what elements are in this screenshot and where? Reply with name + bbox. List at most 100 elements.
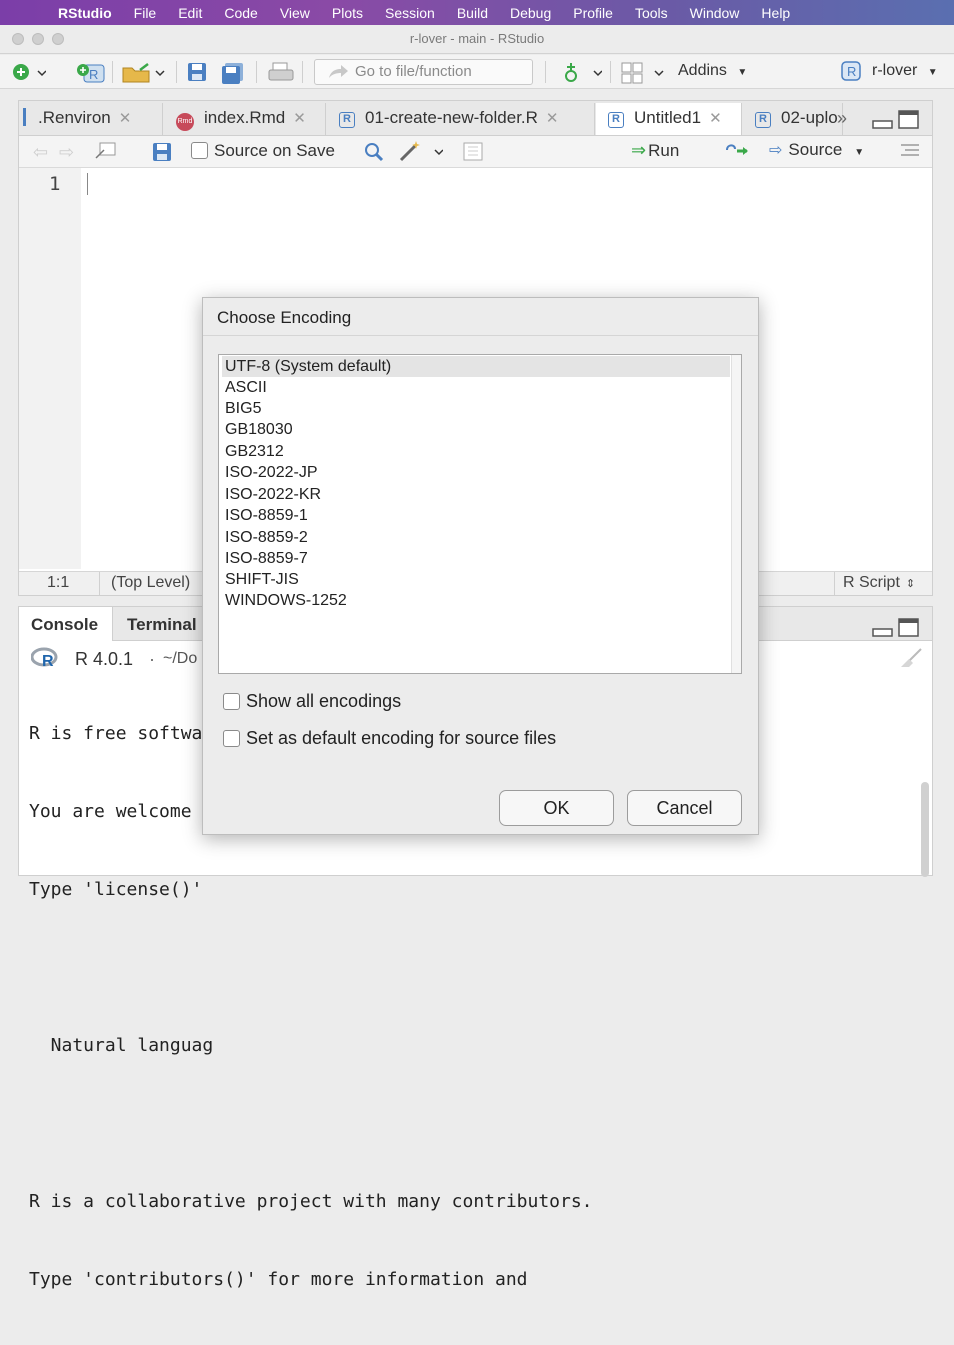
console-scrollbar[interactable] [921, 782, 929, 877]
console-line: Natural languag [29, 1035, 214, 1056]
project-menu[interactable]: r-lover ▼ [872, 62, 938, 80]
menu-file[interactable]: File [134, 5, 157, 21]
open-folder-icon[interactable] [122, 62, 168, 89]
list-item[interactable]: GB18030 [222, 419, 730, 440]
list-item[interactable]: ISO-8859-2 [222, 527, 730, 548]
save-icon[interactable] [187, 62, 207, 87]
encoding-list-scrollbar[interactable] [731, 355, 741, 673]
line-gutter [19, 168, 81, 569]
tab-renviron[interactable]: .Renviron ✕ [19, 103, 163, 135]
menu-debug[interactable]: Debug [510, 5, 551, 21]
scope-indicator[interactable]: (Top Level) [111, 574, 190, 592]
menu-help[interactable]: Help [761, 5, 790, 21]
checkbox-icon [191, 142, 208, 159]
menu-session[interactable]: Session [385, 5, 435, 21]
tab-untitled1[interactable]: R Untitled1 ✕ [596, 103, 742, 135]
tab-terminal[interactable]: Terminal [115, 607, 215, 641]
rerun-icon[interactable] [723, 140, 751, 167]
save-all-icon[interactable] [221, 62, 245, 89]
encoding-list[interactable]: UTF-8 (System default) ASCII BIG5 GB1803… [218, 354, 742, 674]
go-to-arrow-icon [327, 64, 349, 88]
menu-build[interactable]: Build [457, 5, 488, 21]
compile-report-icon[interactable] [463, 142, 485, 167]
tab-01-create-new-folder[interactable]: R 01-create-new-folder.R ✕ [327, 103, 595, 135]
chevron-down-icon: ▼ [927, 67, 938, 78]
source-on-save-checkbox[interactable]: Source on Save [191, 141, 335, 161]
list-item[interactable]: SHIFT-JIS [222, 569, 730, 590]
addins-label: Addins [678, 62, 727, 79]
close-tab-icon[interactable]: ✕ [293, 110, 306, 127]
tab-index-rmd[interactable]: Rmd index.Rmd ✕ [164, 103, 326, 135]
tab-02-upload[interactable]: R 02-uplo [743, 103, 843, 135]
cursor-position: 1:1 [47, 574, 70, 591]
choose-encoding-dialog: Choose Encoding UTF-8 (System default) A… [202, 297, 759, 835]
list-item[interactable]: GB2312 [222, 441, 730, 462]
go-to-file-input[interactable]: Go to file/function [314, 59, 533, 85]
close-tab-icon[interactable]: ✕ [546, 110, 559, 127]
source-on-save-label: Source on Save [214, 141, 335, 160]
show-all-encodings-checkbox[interactable]: Show all encodings [223, 691, 401, 712]
list-item[interactable]: ISO-2022-KR [222, 484, 730, 505]
close-tab-icon[interactable]: ✕ [119, 110, 132, 127]
main-toolbar: R Go to file/function Addins ▼ R r-lover… [0, 55, 954, 89]
back-arrow-icon[interactable]: ⇦ [33, 142, 48, 163]
workspace-panes-icon[interactable] [621, 62, 667, 89]
file-type-selector[interactable]: R Script ⇕ [843, 574, 915, 592]
svg-text:R: R [89, 67, 98, 82]
menu-edit[interactable]: Edit [178, 5, 202, 21]
menu-tools[interactable]: Tools [635, 5, 668, 21]
menu-profile[interactable]: Profile [573, 5, 613, 21]
close-tab-icon[interactable]: ✕ [709, 110, 722, 127]
set-default-encoding-label: Set as default encoding for source files [246, 728, 557, 748]
maximize-pane-icon[interactable] [898, 110, 920, 135]
tab-label: 02-uplo [781, 108, 838, 127]
run-button[interactable]: ⇒ Run [631, 140, 679, 161]
set-default-encoding-checkbox[interactable]: Set as default encoding for source files [223, 728, 556, 749]
tab-label: .Renviron [38, 108, 111, 127]
minimize-pane-icon[interactable] [872, 111, 894, 135]
app-menu[interactable]: RStudio [58, 5, 112, 21]
menu-plots[interactable]: Plots [332, 5, 363, 21]
addins-menu[interactable]: Addins ▼ [678, 62, 747, 80]
r-project-icon: R [840, 60, 864, 89]
search-icon[interactable] [363, 141, 385, 168]
more-tabs-icon[interactable]: » [837, 108, 847, 129]
window-title: r-lover - main - RStudio [409, 31, 545, 46]
list-item[interactable]: UTF-8 (System default) [222, 356, 730, 377]
clear-console-icon[interactable] [897, 647, 925, 674]
updown-icon: ⇕ [905, 578, 916, 590]
vcs-icon[interactable] [562, 62, 603, 89]
outline-icon[interactable] [899, 142, 921, 165]
new-project-icon[interactable]: R [76, 62, 106, 89]
new-file-icon[interactable] [12, 62, 59, 87]
dialog-title: Choose Encoding [217, 308, 352, 327]
show-all-encodings-label: Show all encodings [246, 691, 402, 711]
source-label: Source [788, 140, 843, 159]
console-line: Type 'contributors()' for more informati… [29, 1269, 528, 1290]
forward-arrow-icon[interactable]: ⇨ [59, 142, 74, 163]
checkbox-icon [223, 730, 240, 747]
menu-window[interactable]: Window [690, 5, 740, 21]
cancel-button[interactable]: Cancel [627, 790, 742, 826]
magic-wand-icon[interactable] [399, 140, 444, 167]
maximize-pane-icon[interactable] [898, 618, 920, 643]
show-in-window-icon[interactable] [95, 142, 117, 165]
list-item[interactable]: ISO-8859-1 [222, 505, 730, 526]
ok-button[interactable]: OK [499, 790, 614, 826]
working-directory[interactable]: ~/Do [163, 650, 197, 668]
source-button[interactable]: ⇨ Source ▼ [769, 140, 864, 160]
go-to-file-placeholder: Go to file/function [355, 63, 472, 80]
menu-code[interactable]: Code [224, 5, 257, 21]
menu-view[interactable]: View [280, 5, 310, 21]
print-icon[interactable] [268, 62, 294, 87]
save-icon[interactable] [152, 142, 172, 167]
list-item[interactable]: BIG5 [222, 398, 730, 419]
text-cursor [87, 173, 88, 195]
list-item[interactable]: ASCII [222, 377, 730, 398]
list-item[interactable]: ISO-8859-7 [222, 548, 730, 569]
tab-console[interactable]: Console [19, 607, 113, 641]
tab-label: 01-create-new-folder.R [365, 108, 538, 127]
list-item[interactable]: WINDOWS-1252 [222, 590, 730, 611]
chevron-down-icon: ▼ [737, 67, 748, 78]
list-item[interactable]: ISO-2022-JP [222, 462, 730, 483]
